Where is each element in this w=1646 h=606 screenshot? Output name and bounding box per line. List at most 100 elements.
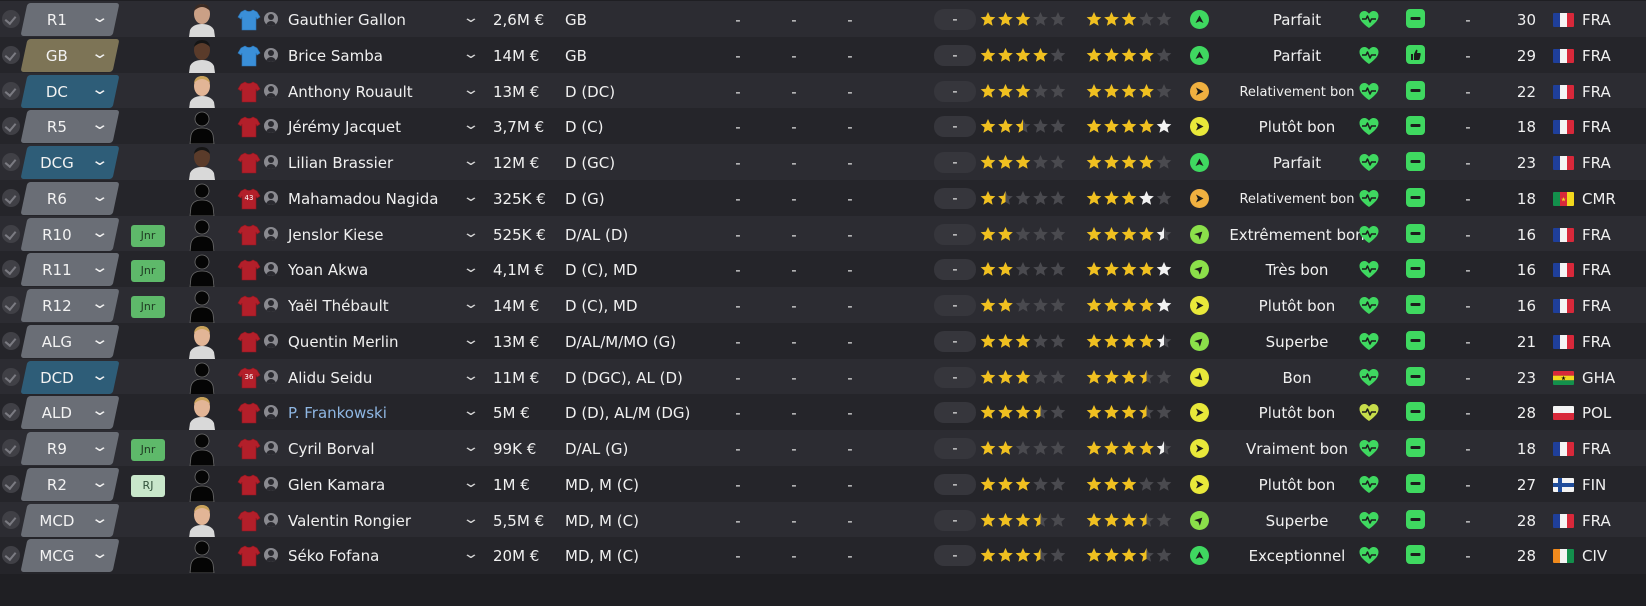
- player-name[interactable]: Alidu Seidu: [288, 369, 372, 387]
- position-selector[interactable]: DCG ⌄: [20, 146, 120, 179]
- player-name[interactable]: Yaël Thébault: [288, 297, 389, 315]
- shirt-icon: [237, 544, 261, 568]
- chevron-down-icon[interactable]: ⌄: [462, 403, 480, 419]
- player-positions: D (DGC), AL (D): [565, 368, 683, 387]
- player-name[interactable]: Yoan Akwa: [288, 261, 368, 279]
- chevron-down-icon[interactable]: ⌄: [91, 8, 110, 26]
- position-selector[interactable]: GB ⌄: [20, 38, 120, 72]
- chevron-down-icon[interactable]: ⌄: [462, 153, 480, 169]
- chevron-down-icon[interactable]: ⌄: [91, 294, 110, 312]
- chevron-down-icon[interactable]: ⌄: [462, 475, 480, 491]
- select-checkbox[interactable]: [2, 296, 20, 314]
- chevron-down-icon[interactable]: ⌄: [91, 187, 110, 205]
- position-selector[interactable]: R12 ⌄: [20, 289, 120, 322]
- select-checkbox[interactable]: [2, 45, 20, 64]
- chevron-down-icon[interactable]: ⌄: [462, 82, 480, 98]
- player-name[interactable]: Jenslor Kiese: [288, 226, 384, 244]
- chevron-down-icon[interactable]: ⌄: [462, 332, 480, 348]
- select-checkbox[interactable]: [2, 224, 20, 243]
- table-row[interactable]: DCD ⌄ 36 Alidu Seidu ⌄ 11M € D (DGC), AL (D) - -…: [0, 358, 1646, 396]
- chevron-down-icon[interactable]: ⌄: [462, 439, 480, 455]
- table-row[interactable]: R6 ⌄ 43 Mahamadou Nagida ⌄ 325K € D (G) - - - - Rel…: [0, 179, 1646, 217]
- player-name[interactable]: Anthony Rouault: [288, 83, 413, 101]
- chevron-down-icon[interactable]: ⌄: [462, 10, 480, 26]
- chevron-down-icon[interactable]: ⌄: [91, 44, 110, 62]
- position-selector[interactable]: ALG ⌄: [20, 324, 120, 358]
- position-selector[interactable]: MCD ⌄: [20, 503, 120, 537]
- table-row[interactable]: ALG ⌄ Quentin Merlin ⌄ 13M € D/AL/M/MO (G) - - -…: [0, 322, 1646, 360]
- player-name[interactable]: Gauthier Gallon: [288, 11, 406, 29]
- player-name[interactable]: Séko Fofana: [288, 547, 379, 565]
- chevron-down-icon[interactable]: ⌄: [91, 151, 110, 169]
- table-row[interactable]: R9 ⌄ Jnr Cyril Borval ⌄ 99K € D/AL (G) - - - - Vrai…: [0, 430, 1646, 467]
- select-checkbox[interactable]: [2, 474, 20, 493]
- select-checkbox[interactable]: [2, 510, 20, 529]
- table-row[interactable]: ALD ⌄ P. Frankowski ⌄ 5M € D (D), AL/M (DG) - -…: [0, 394, 1646, 432]
- chevron-down-icon[interactable]: ⌄: [462, 296, 480, 312]
- table-row[interactable]: MCG ⌄ Séko Fofana ⌄ 20M € MD, M (C) - - - - Except…: [0, 537, 1646, 575]
- select-checkbox[interactable]: [2, 331, 20, 350]
- chevron-down-icon[interactable]: ⌄: [462, 46, 480, 62]
- chevron-down-icon[interactable]: ⌄: [91, 223, 110, 241]
- position-selector[interactable]: R6 ⌄: [20, 181, 120, 215]
- player-name[interactable]: Glen Kamara: [288, 476, 385, 494]
- position-selector[interactable]: DCD ⌄: [20, 360, 120, 394]
- player-name[interactable]: Brice Samba: [288, 47, 383, 65]
- player-name[interactable]: Mahamadou Nagida: [288, 190, 438, 208]
- table-row[interactable]: R10 ⌄ Jnr Jenslor Kiese ⌄ 525K € D/AL (D) - - - - E…: [0, 215, 1646, 253]
- player-name[interactable]: Cyril Borval: [288, 440, 375, 458]
- chevron-down-icon[interactable]: ⌄: [462, 368, 480, 384]
- select-checkbox[interactable]: [2, 117, 20, 136]
- chevron-down-icon[interactable]: ⌄: [462, 260, 480, 276]
- chevron-down-icon[interactable]: ⌄: [91, 258, 110, 276]
- table-row[interactable]: MCD ⌄ Valentin Rongier ⌄ 5,5M € MD, M (C) - - - -…: [0, 501, 1646, 539]
- chevron-down-icon[interactable]: ⌄: [91, 80, 110, 98]
- flag-fr-icon: [1553, 156, 1574, 170]
- stat-cell: -: [735, 475, 741, 494]
- chevron-down-icon[interactable]: ⌄: [91, 473, 110, 491]
- table-row[interactable]: R1 ⌄ Gauthier Gallon ⌄ 2,6M € GB - - - - Parfait - 3…: [0, 1, 1646, 38]
- player-name[interactable]: P. Frankowski: [288, 404, 387, 422]
- chevron-down-icon[interactable]: ⌄: [91, 544, 110, 562]
- position-selector[interactable]: R9 ⌄: [20, 432, 120, 465]
- player-name[interactable]: Valentin Rongier: [288, 512, 411, 530]
- chevron-down-icon[interactable]: ⌄: [462, 225, 480, 241]
- table-row[interactable]: GB ⌄ Brice Samba ⌄ 14M € GB - - - - Parfait - 29 FRA: [0, 36, 1646, 74]
- table-row[interactable]: R2 ⌄ RJ Glen Kamara ⌄ 1M € MD, M (C) - - - - Plutôt…: [0, 465, 1646, 503]
- select-checkbox[interactable]: [2, 403, 20, 422]
- table-row[interactable]: R12 ⌄ Jnr Yaël Thébault ⌄ 14M € D (C), MD - - - - P…: [0, 287, 1646, 324]
- select-checkbox[interactable]: [2, 153, 20, 171]
- chevron-down-icon[interactable]: ⌄: [91, 509, 110, 527]
- chevron-down-icon[interactable]: ⌄: [91, 401, 110, 419]
- position-selector[interactable]: DC ⌄: [20, 74, 120, 108]
- table-row[interactable]: DCG ⌄ Lilian Brassier ⌄ 12M € D (GC) - - - - Parfa…: [0, 144, 1646, 181]
- player-name[interactable]: Jérémy Jacquet: [288, 118, 401, 136]
- select-checkbox[interactable]: [2, 367, 20, 386]
- select-checkbox[interactable]: [2, 10, 20, 28]
- table-row[interactable]: R11 ⌄ Jnr Yoan Akwa ⌄ 4,1M € D (C), MD - - - - Très…: [0, 251, 1646, 289]
- select-checkbox[interactable]: [2, 188, 20, 207]
- player-name[interactable]: Lilian Brassier: [288, 154, 393, 172]
- chevron-down-icon[interactable]: ⌄: [91, 115, 110, 133]
- chevron-down-icon[interactable]: ⌄: [91, 366, 110, 384]
- position-selector[interactable]: ALD ⌄: [20, 396, 120, 430]
- select-checkbox[interactable]: [2, 439, 20, 457]
- position-selector[interactable]: R10 ⌄: [20, 217, 120, 251]
- select-checkbox[interactable]: [2, 546, 20, 565]
- position-selector[interactable]: R5 ⌄: [20, 110, 120, 144]
- position-selector[interactable]: R11 ⌄: [20, 253, 120, 287]
- position-selector[interactable]: MCG ⌄: [20, 539, 120, 573]
- player-name[interactable]: Quentin Merlin: [288, 333, 399, 351]
- chevron-down-icon[interactable]: ⌄: [91, 437, 110, 455]
- select-checkbox[interactable]: [2, 81, 20, 100]
- chevron-down-icon[interactable]: ⌄: [91, 330, 110, 348]
- chevron-down-icon[interactable]: ⌄: [462, 189, 480, 205]
- select-checkbox[interactable]: [2, 260, 20, 279]
- chevron-down-icon[interactable]: ⌄: [462, 546, 480, 562]
- chevron-down-icon[interactable]: ⌄: [462, 511, 480, 527]
- position-selector[interactable]: R2 ⌄: [20, 467, 120, 501]
- table-row[interactable]: R5 ⌄ Jérémy Jacquet ⌄ 3,7M € D (C) - - - - Plutôt …: [0, 108, 1646, 146]
- position-selector[interactable]: R1 ⌄: [20, 3, 120, 36]
- table-row[interactable]: DC ⌄ Anthony Rouault ⌄ 13M € D (DC) - - - - Relati…: [0, 72, 1646, 110]
- chevron-down-icon[interactable]: ⌄: [462, 117, 480, 133]
